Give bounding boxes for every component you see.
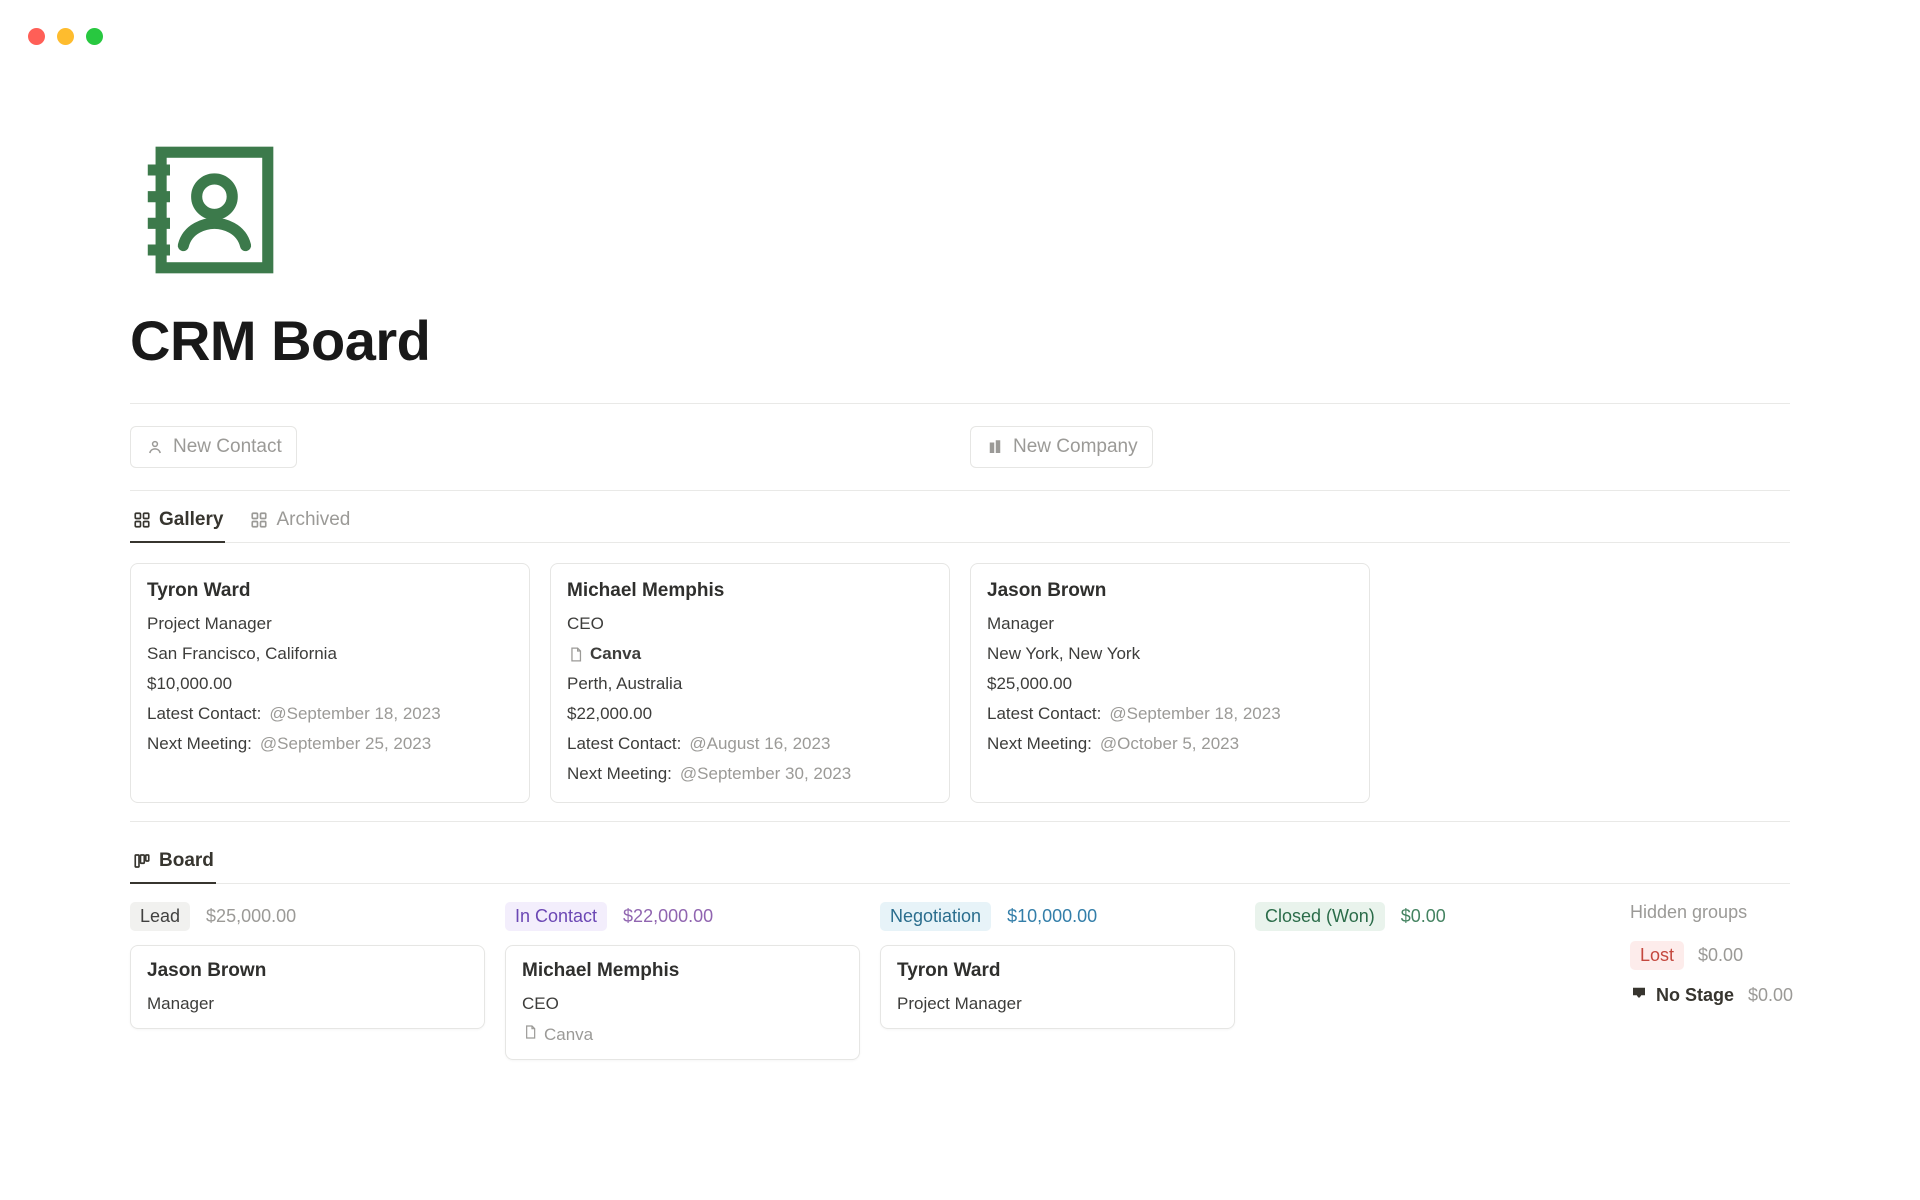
page-root: CRM Board New Contact New Company [0, 0, 1920, 1060]
card-role: Manager [987, 614, 1353, 634]
card-name: Jason Brown [147, 960, 468, 982]
stage-chip: Lost [1630, 941, 1684, 970]
column-amount: $0.00 [1401, 906, 1446, 927]
board-card[interactable]: Michael Memphis CEO Canva [505, 945, 860, 1060]
card-latest-contact: Latest Contact: @September 18, 2023 [147, 704, 513, 724]
card-amount: $25,000.00 [987, 674, 1353, 694]
board-view-icon [132, 852, 151, 871]
column-header[interactable]: In Contact $22,000.00 [505, 902, 860, 931]
new-contact-label: New Contact [173, 436, 282, 458]
board-column-in-contact: In Contact $22,000.00 Michael Memphis CE… [505, 902, 860, 1060]
card-title: Michael Memphis [567, 580, 933, 602]
person-icon [145, 438, 164, 457]
gallery-card[interactable]: Jason Brown Manager New York, New York $… [970, 563, 1370, 803]
card-location: San Francisco, California [147, 644, 513, 664]
hidden-group-row[interactable]: Lost $0.00 [1630, 941, 1850, 970]
no-stage-label: No Stage [1630, 984, 1734, 1007]
page-title[interactable]: CRM Board [130, 308, 1790, 373]
gallery-tabs: Gallery Archived [130, 491, 1790, 543]
card-role: CEO [567, 614, 933, 634]
close-window-icon[interactable] [28, 28, 45, 45]
card-amount: $22,000.00 [567, 704, 933, 724]
board-tabs: Board [130, 832, 1790, 884]
stage-chip: Lead [130, 902, 190, 931]
inbox-icon [1630, 984, 1648, 1007]
card-name: Michael Memphis [522, 960, 843, 982]
column-amount: $0.00 [1698, 945, 1743, 966]
window-traffic-lights [28, 28, 103, 45]
board-card[interactable]: Jason Brown Manager [130, 945, 485, 1029]
tab-archived[interactable]: Archived [247, 509, 352, 543]
card-title: Jason Brown [987, 580, 1353, 602]
gallery-card[interactable]: Michael Memphis CEO Canva Perth, Austral… [550, 563, 950, 803]
board-column-closed-won: Closed (Won) $0.00 [1255, 902, 1610, 1060]
minimize-window-icon[interactable] [57, 28, 74, 45]
stage-chip: Negotiation [880, 902, 991, 931]
card-next-meeting: Next Meeting: @October 5, 2023 [987, 734, 1353, 754]
gallery-view-icon [249, 511, 268, 530]
tab-gallery[interactable]: Gallery [130, 509, 225, 543]
tab-board-label: Board [159, 850, 214, 872]
column-amount: $25,000.00 [206, 906, 296, 927]
card-company[interactable]: Canva [567, 644, 641, 664]
card-location: Perth, Australia [567, 674, 933, 694]
board-card[interactable]: Tyron Ward Project Manager [880, 945, 1235, 1029]
column-header[interactable]: Closed (Won) $0.00 [1255, 902, 1610, 931]
contacts-book-icon [130, 130, 290, 290]
column-amount: $0.00 [1748, 985, 1793, 1006]
card-role: Project Manager [897, 994, 1218, 1014]
page-icon [522, 1024, 538, 1045]
tab-board[interactable]: Board [130, 850, 216, 884]
maximize-window-icon[interactable] [86, 28, 103, 45]
card-name: Tyron Ward [897, 960, 1218, 982]
card-next-meeting: Next Meeting: @September 25, 2023 [147, 734, 513, 754]
column-header[interactable]: Lead $25,000.00 [130, 902, 485, 931]
board-column-negotiation: Negotiation $10,000.00 Tyron Ward Projec… [880, 902, 1235, 1060]
column-amount: $10,000.00 [1007, 906, 1097, 927]
page-icon[interactable] [130, 130, 1790, 290]
hidden-groups-label[interactable]: Hidden groups [1630, 902, 1850, 923]
column-header[interactable]: Negotiation $10,000.00 [880, 902, 1235, 931]
column-amount: $22,000.00 [623, 906, 713, 927]
hidden-groups-column: Hidden groups Lost $0.00 No Stage $0.00 [1630, 902, 1850, 1060]
stage-chip: In Contact [505, 902, 607, 931]
card-title: Tyron Ward [147, 580, 513, 602]
card-company: Canva [522, 1024, 843, 1045]
hidden-group-row[interactable]: No Stage $0.00 [1630, 984, 1850, 1007]
building-icon [985, 438, 1004, 457]
gallery-card[interactable]: Tyron Ward Project Manager San Francisco… [130, 563, 530, 803]
gallery-row: Tyron Ward Project Manager San Francisco… [130, 543, 1790, 822]
new-company-label: New Company [1013, 436, 1138, 458]
action-row: New Contact New Company [130, 404, 1790, 490]
board: Lead $25,000.00 Jason Brown Manager In C… [130, 884, 1790, 1060]
card-amount: $10,000.00 [147, 674, 513, 694]
card-latest-contact: Latest Contact: @September 18, 2023 [987, 704, 1353, 724]
card-role: CEO [522, 994, 843, 1014]
new-contact-button[interactable]: New Contact [130, 426, 297, 468]
gallery-view-icon [132, 511, 151, 530]
card-location: New York, New York [987, 644, 1353, 664]
card-role: Manager [147, 994, 468, 1014]
new-company-button[interactable]: New Company [970, 426, 1153, 468]
board-column-lead: Lead $25,000.00 Jason Brown Manager [130, 902, 485, 1060]
card-role: Project Manager [147, 614, 513, 634]
card-latest-contact: Latest Contact: @August 16, 2023 [567, 734, 933, 754]
stage-chip: Closed (Won) [1255, 902, 1385, 931]
card-next-meeting: Next Meeting: @September 30, 2023 [567, 764, 933, 784]
page-icon [567, 646, 584, 663]
tab-archived-label: Archived [276, 509, 350, 531]
tab-gallery-label: Gallery [159, 509, 223, 531]
